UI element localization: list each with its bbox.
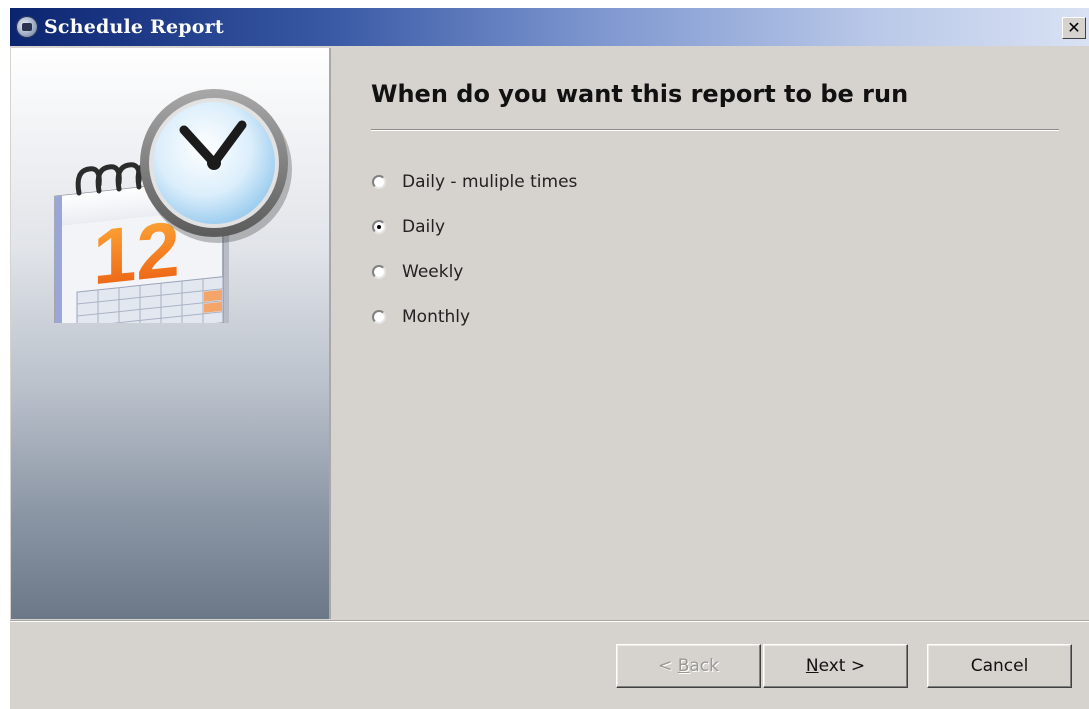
radio-label: Daily - muliple times <box>402 172 578 192</box>
next-button[interactable]: Next > <box>763 644 908 688</box>
next-label-rest: ext > <box>818 656 866 676</box>
button-bar-highlight <box>10 621 1089 622</box>
cancel-button[interactable]: Cancel <box>927 644 1072 688</box>
page-heading: When do you want this report to be run <box>371 80 909 108</box>
radio-button[interactable] <box>372 175 386 189</box>
report-clock-icon <box>16 16 38 38</box>
radio-button-checked[interactable] <box>372 220 386 234</box>
schedule-report-dialog: Schedule Report ✕ 12 When do you want th… <box>10 8 1089 709</box>
radio-button[interactable] <box>372 310 386 324</box>
radio-label: Monthly <box>402 307 471 327</box>
radio-button[interactable] <box>372 265 386 279</box>
calendar-clock-icon: 12 <box>54 89 292 323</box>
heading-divider <box>371 129 1059 131</box>
cancel-label: Cancel <box>970 656 1029 676</box>
radio-label: Weekly <box>402 262 464 282</box>
title-bar[interactable]: Schedule Report ✕ <box>10 8 1089 46</box>
option-daily-multiple[interactable]: Daily - muliple times <box>372 170 577 194</box>
radio-label: Daily <box>402 217 446 237</box>
next-mnemonic: N <box>805 656 819 676</box>
option-monthly[interactable]: Monthly <box>372 305 470 329</box>
back-mnemonic: B <box>677 656 690 676</box>
option-weekly[interactable]: Weekly <box>372 260 463 284</box>
close-button[interactable]: ✕ <box>1062 17 1086 39</box>
wizard-content: When do you want this report to be run D… <box>331 46 1089 620</box>
back-button[interactable]: < Back <box>616 644 761 688</box>
back-prefix: < <box>658 656 678 676</box>
button-bar: < Back Next > Cancel <box>10 620 1089 709</box>
window-title: Schedule Report <box>44 16 224 38</box>
option-daily[interactable]: Daily <box>372 215 445 239</box>
back-label-rest: ack <box>689 656 719 676</box>
wizard-side-panel: 12 <box>11 48 331 619</box>
